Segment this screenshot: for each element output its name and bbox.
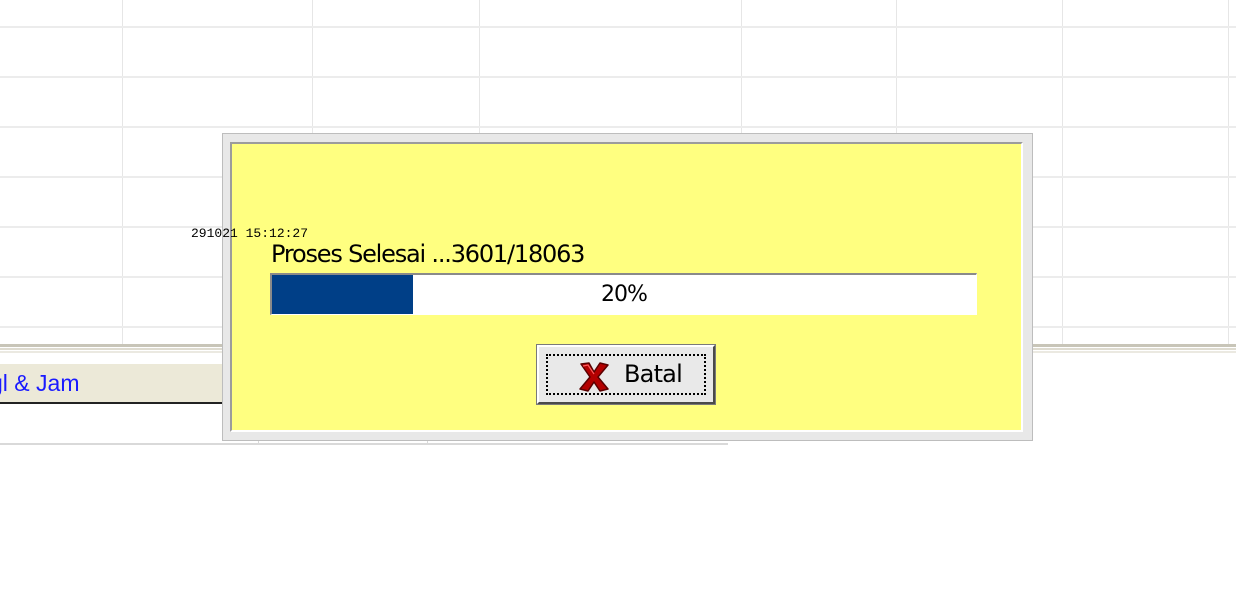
red-x-icon [579, 362, 609, 392]
progress-dialog: Proses Selesai ...3601/18063 20% Batal [222, 133, 1033, 441]
grid-column-line [122, 0, 123, 345]
dialog-panel: Proses Selesai ...3601/18063 20% Batal [230, 142, 1023, 432]
cancel-button[interactable]: Batal [536, 344, 716, 405]
lower-grid-column-header[interactable]: gl & Jam [0, 364, 222, 404]
progress-status-text: Proses Selesai ...3601/18063 [271, 240, 585, 268]
grid-row-line [0, 26, 1236, 28]
grid-column-line [1062, 0, 1063, 345]
lower-grid-row-line [0, 443, 728, 445]
grid-row-line [0, 126, 1236, 128]
column-header-tgl-jam[interactable]: gl & Jam [0, 370, 79, 397]
timestamp: 291021 15:12:27 [191, 226, 309, 241]
progress-bar: 20% [270, 273, 977, 315]
grid-row-line [0, 76, 1236, 78]
progress-percent-label: 20% [601, 282, 648, 307]
cancel-button-label: Batal [624, 360, 683, 388]
grid-column-line [1228, 0, 1229, 345]
